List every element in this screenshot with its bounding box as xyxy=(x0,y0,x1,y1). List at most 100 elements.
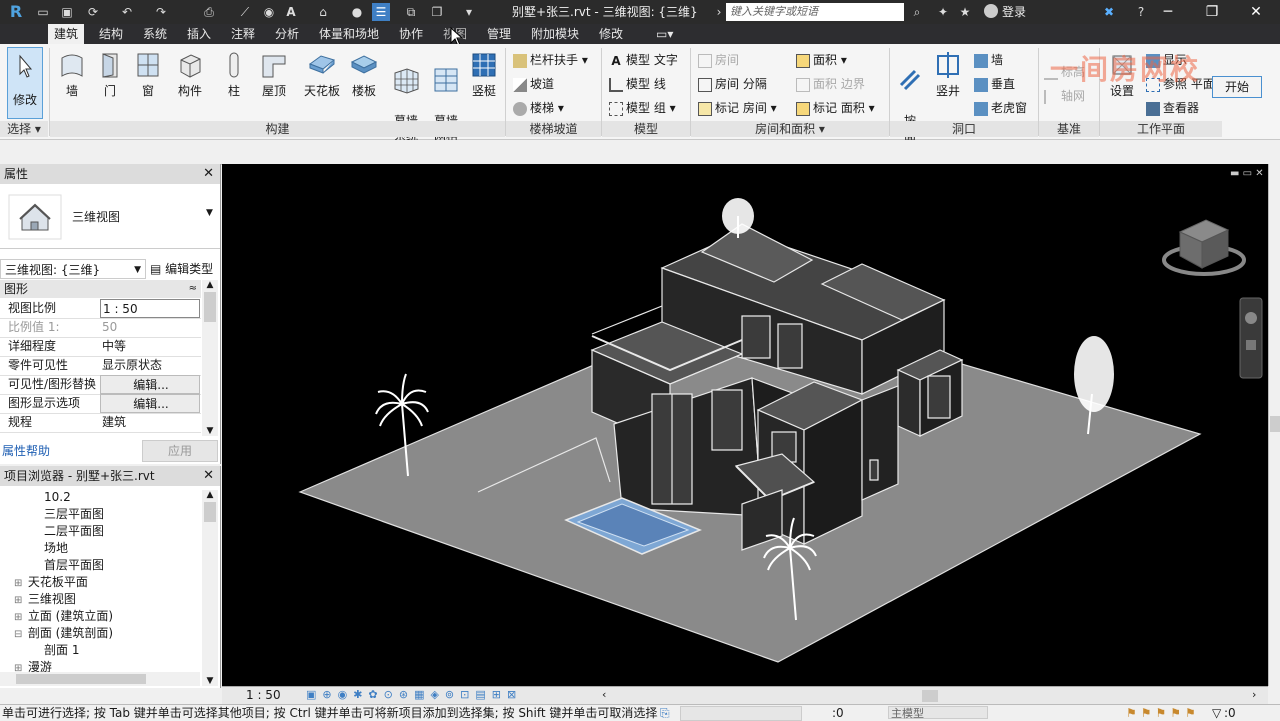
wall-opening-tool[interactable]: 墙 xyxy=(974,50,1003,70)
area-boundary-tool[interactable]: 面积 边界 xyxy=(796,74,865,94)
3d-viewport[interactable]: ▬ ▭ ✕ xyxy=(222,164,1268,686)
save-icon[interactable]: ▣ xyxy=(58,3,76,21)
print-icon[interactable]: ⎙ xyxy=(200,3,218,21)
design-option-dropdown[interactable]: 主模型 xyxy=(888,706,988,720)
expand-icon[interactable]: ⊞ xyxy=(14,575,24,592)
type-selector[interactable]: 三维视图 ▼ xyxy=(0,184,220,249)
worksharing-icon[interactable]: ⎘ xyxy=(660,705,670,721)
tab-insert[interactable]: 插入 xyxy=(181,24,217,44)
floor-tool[interactable]: 楼板 xyxy=(346,48,382,99)
tree-item[interactable]: 10.2 xyxy=(0,489,200,506)
tag-area-tool[interactable]: 标记 面积 ▾ xyxy=(796,98,875,118)
measure-icon[interactable]: ⟋ xyxy=(236,3,254,21)
mullion-tool[interactable]: 竖梃 xyxy=(466,48,502,99)
scroll-right-icon[interactable]: › xyxy=(1252,688,1256,701)
maximize-button[interactable]: ❐ xyxy=(1190,0,1234,24)
roof-tool[interactable]: 屋顶 xyxy=(256,48,292,99)
graphic-display-edit-button[interactable]: 编辑... xyxy=(100,394,200,413)
room-area-panel-title[interactable]: 房间和面积 ▾ xyxy=(691,121,889,137)
3d-view-icon[interactable]: ⌂ xyxy=(314,3,332,21)
tree-item[interactable]: ⊞ 三维视图 xyxy=(0,591,200,608)
zoom-icon[interactable] xyxy=(1246,340,1256,350)
area-tool[interactable]: 面积 ▾ xyxy=(796,50,847,70)
tab-architecture[interactable]: 建筑 xyxy=(48,24,85,44)
steering-wheel-icon[interactable] xyxy=(1245,312,1257,324)
dimension-icon[interactable]: ◉ xyxy=(260,3,278,21)
tab-modify[interactable]: 修改 xyxy=(593,24,629,44)
start-button[interactable]: 开始 xyxy=(1212,76,1262,98)
tree-item[interactable]: ⊟ 剖面 (建筑剖面) xyxy=(0,625,200,642)
tab-massing-site[interactable]: 体量和场地 xyxy=(313,24,385,44)
redo-icon[interactable]: ↷ xyxy=(152,3,170,21)
tag-room-tool[interactable]: 标记 房间 ▾ xyxy=(698,98,777,118)
navigation-bar[interactable] xyxy=(1239,297,1263,379)
selection-filter-icons[interactable]: ⚑⚑⚑⚑⚑ xyxy=(1126,705,1200,721)
grid-tool[interactable]: 轴网 xyxy=(1044,86,1085,106)
tab-annotate[interactable]: 注释 xyxy=(225,24,261,44)
ribbon-options-icon[interactable]: ▭▾ xyxy=(650,24,679,44)
viewer-tool[interactable]: 查看器 xyxy=(1146,98,1199,118)
sync-icon[interactable]: ⟳ xyxy=(84,3,102,21)
properties-help-link[interactable]: 属性帮助 xyxy=(2,442,50,459)
close-icon[interactable]: ✕ xyxy=(203,466,214,486)
model-group-tool[interactable]: 模型 组 ▾ xyxy=(609,98,676,118)
tree-item[interactable]: 二层平面图 xyxy=(0,523,200,540)
exchange-icon[interactable]: ✖ xyxy=(1100,3,1118,21)
properties-scrollbar[interactable]: ▲ ▼ xyxy=(202,280,218,436)
ceiling-tool[interactable]: 天花板 xyxy=(300,48,344,99)
tab-analyze[interactable]: 分析 xyxy=(269,24,305,44)
subscription-icon[interactable]: ✦ xyxy=(934,3,952,21)
login-button[interactable]: 登录 xyxy=(1002,0,1026,24)
tree-item[interactable]: ⊞ 天花板平面 xyxy=(0,574,200,591)
railing-tool[interactable]: 栏杆扶手 ▾ xyxy=(513,50,588,70)
search-input[interactable]: 键入关键字或短语 xyxy=(726,3,904,21)
tree-item[interactable]: 剖面 1 xyxy=(0,642,200,659)
component-tool[interactable]: 构件 xyxy=(172,48,208,99)
room-tool[interactable]: 房间 xyxy=(698,50,739,70)
tab-structure[interactable]: 结构 xyxy=(93,24,129,44)
scroll-left-icon[interactable]: ‹ xyxy=(602,688,606,701)
parts-visibility-value[interactable]: 显示原状态 xyxy=(100,356,200,375)
favorites-icon[interactable]: ★ xyxy=(956,3,974,21)
view-cube[interactable] xyxy=(1162,219,1246,276)
open-icon[interactable]: ▭ xyxy=(34,3,52,21)
tree-item[interactable]: 三层平面图 xyxy=(0,506,200,523)
select-panel-title[interactable]: 选择 ▾ xyxy=(0,121,48,137)
view-scale[interactable]: 1 : 50 xyxy=(246,688,281,702)
tab-manage[interactable]: 管理 xyxy=(481,24,517,44)
revit-logo-icon[interactable]: R xyxy=(2,2,30,22)
ramp-tool[interactable]: 坡道 xyxy=(513,74,554,94)
undo-icon[interactable]: ↶ xyxy=(118,3,136,21)
column-tool[interactable]: 柱 xyxy=(216,48,252,99)
vg-edit-button[interactable]: 编辑... xyxy=(100,375,200,394)
close-hidden-icon[interactable]: ⧉ xyxy=(402,3,420,21)
view-control-icons[interactable]: ▣⊕◉✱✿⊙⊛▦◈⊚⊡▤⊞⊠ xyxy=(306,688,522,701)
room-separator-tool[interactable]: 房间 分隔 xyxy=(698,74,767,94)
horizontal-scroll-thumb[interactable] xyxy=(922,690,938,702)
view-scale-input[interactable]: 1 : 50 xyxy=(100,299,200,318)
text-icon[interactable]: A xyxy=(282,3,300,21)
tab-systems[interactable]: 系统 xyxy=(137,24,173,44)
tree-item[interactable]: ⊞ 立面 (建筑立面) xyxy=(0,608,200,625)
expand-icon[interactable]: ⊞ xyxy=(14,592,24,609)
model-line-tool[interactable]: 模型 线 xyxy=(609,74,666,94)
dormer-tool[interactable]: 老虎窗 xyxy=(974,98,1027,118)
apply-button[interactable]: 应用 xyxy=(142,440,218,462)
window-tool[interactable]: 窗 xyxy=(130,48,166,99)
browser-scrollbar[interactable]: ▲ ▼ xyxy=(202,490,218,686)
tree-item[interactable]: 场地 xyxy=(0,540,200,557)
switch-windows-icon[interactable]: ❐ xyxy=(428,3,446,21)
expand-icon[interactable]: ⊞ xyxy=(14,609,24,626)
vertical-opening-tool[interactable]: 垂直 xyxy=(974,74,1015,94)
chevron-down-icon[interactable]: ▼ xyxy=(206,208,213,218)
3d-model-canvas[interactable]: ▬ ▭ ✕ xyxy=(222,164,1268,686)
workset-dropdown[interactable] xyxy=(680,706,802,721)
filter-icon[interactable]: ▽ xyxy=(1212,705,1221,721)
shaft-tool[interactable]: 竖井 xyxy=(930,48,966,99)
customize-qat-icon[interactable]: ▾ xyxy=(460,3,478,21)
edit-type-button[interactable]: ▤ 编辑类型 xyxy=(150,259,213,279)
close-icon[interactable]: ✕ xyxy=(203,164,214,184)
section-icon[interactable]: ● xyxy=(348,3,366,21)
thin-lines-icon[interactable]: ☰ xyxy=(372,3,390,21)
viewport-scrollbar[interactable] xyxy=(1268,164,1280,686)
